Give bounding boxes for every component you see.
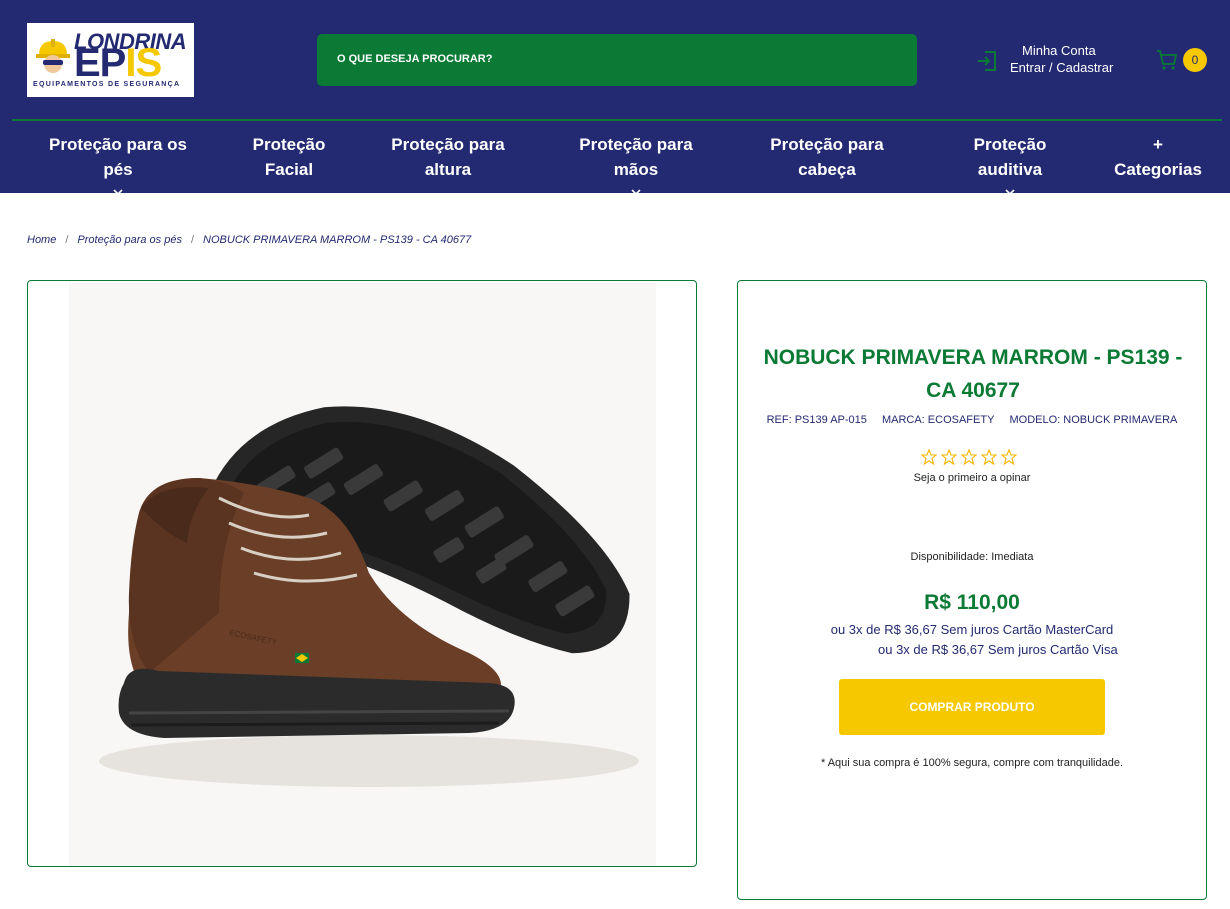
nav-mais-categorias[interactable]: + Categorias <box>1110 132 1206 182</box>
nav-label: Proteção para os pés <box>49 135 187 179</box>
chevron-down-icon <box>1005 189 1015 196</box>
nav-label: Proteção para <box>391 135 505 154</box>
installment-mastercard: ou 3x de R$ 36,67 Sem juros Cartão Maste… <box>830 622 1114 637</box>
nav-protecao-altura[interactable]: Proteção para altura <box>388 132 508 182</box>
site-header: LONDRINA EPIS EQUIPAMENTOS DE SEGURANÇA … <box>0 0 1230 196</box>
product-brand: MARCA: ECOSAFETY <box>881 414 995 426</box>
nav-protecao-cabeca[interactable]: Proteção para cabeça <box>764 132 890 182</box>
product-info-card: NOBUCK PRIMAVERA MARROM - PS139 - CA 406… <box>737 280 1207 900</box>
nav-protecao-pes[interactable]: Proteção para os pés <box>37 132 199 198</box>
search-input[interactable]: O QUE DESEJA PROCURAR? <box>317 34 917 86</box>
availability: Disponibilidade: Imediata <box>910 551 1034 563</box>
review-cta[interactable]: Seja o primeiro a opinar <box>738 472 1206 484</box>
breadcrumb: Home / Proteção para os pés / NOBUCK PRIMAVE… <box>27 234 471 246</box>
star-icon[interactable] <box>1001 449 1017 465</box>
nav-label-line2: Facial <box>264 160 314 179</box>
product-image-card: ECOSAFETY <box>27 280 697 867</box>
nav-label-line2: cabeça <box>798 160 856 179</box>
star-icon[interactable] <box>961 449 977 465</box>
buy-button[interactable]: COMPRAR PRODUTO <box>839 679 1105 735</box>
product-meta: REF: PS139 AP-015 MARCA: ECOSAFETY MODEL… <box>738 414 1206 426</box>
account-link[interactable]: Minha Conta Entrar / Cadastrar <box>976 42 1116 78</box>
rating-stars[interactable] <box>921 449 1021 467</box>
logo-tagline: EQUIPAMENTOS DE SEGURANÇA <box>33 81 181 88</box>
product-price: R$ 110,00 <box>924 591 1020 614</box>
installment-visa: ou 3x de R$ 36,67 Sem juros Cartão Visa <box>878 642 1118 657</box>
logo-text-main: EPIS <box>74 41 162 85</box>
site-logo[interactable]: LONDRINA EPIS EQUIPAMENTOS DE SEGURANÇA <box>27 23 194 97</box>
nav-protecao-auditiva[interactable]: Proteção auditiva <box>940 132 1080 198</box>
chevron-down-icon <box>113 189 123 196</box>
star-icon[interactable] <box>941 449 957 465</box>
nav-label-line2: altura <box>424 160 472 179</box>
product-ref: REF: PS139 AP-015 <box>766 414 867 426</box>
nav-label: + <box>1153 135 1163 154</box>
nav-protecao-maos[interactable]: Proteção para mãos <box>557 132 715 198</box>
cart-count-badge: 0 <box>1183 48 1207 72</box>
breadcrumb-current: NOBUCK PRIMAVERA MARROM - PS139 - CA 406… <box>203 234 472 246</box>
nav-protecao-facial[interactable]: Proteção Facial <box>244 132 334 182</box>
star-icon[interactable] <box>921 449 937 465</box>
product-model: MODELO: NOBUCK PRIMAVERA <box>1009 414 1178 426</box>
nav-label-line2: Categorias <box>1114 160 1202 179</box>
breadcrumb-separator: / <box>190 234 195 246</box>
boot-illustration: ECOSAFETY <box>99 406 639 787</box>
nav-label: Proteção para <box>770 135 884 154</box>
secure-purchase-note: * Aqui sua compra é 100% segura, compre … <box>820 757 1124 769</box>
nav-label: Proteção para mãos <box>579 135 693 179</box>
product-title: NOBUCK PRIMAVERA MARROM - PS139 - CA 406… <box>763 346 1183 402</box>
product-image[interactable]: ECOSAFETY <box>69 283 656 866</box>
search-placeholder: O QUE DESEJA PROCURAR? <box>337 53 493 65</box>
account-subtitle[interactable]: Entrar / Cadastrar <box>1010 60 1113 75</box>
nav-label: Proteção <box>252 135 326 154</box>
breadcrumb-home[interactable]: Home <box>27 234 56 246</box>
nav-divider <box>12 119 1222 121</box>
worker-helmet-icon <box>36 39 70 73</box>
chevron-down-icon <box>631 189 641 196</box>
breadcrumb-category[interactable]: Proteção para os pés <box>77 234 182 246</box>
cart-icon <box>1157 50 1178 70</box>
star-icon[interactable] <box>981 449 997 465</box>
account-title: Minha Conta <box>1022 43 1096 58</box>
cart-button[interactable]: 0 <box>1155 48 1211 74</box>
login-icon <box>978 51 996 71</box>
breadcrumb-separator: / <box>65 234 69 246</box>
nav-label: Proteção auditiva <box>973 135 1047 179</box>
